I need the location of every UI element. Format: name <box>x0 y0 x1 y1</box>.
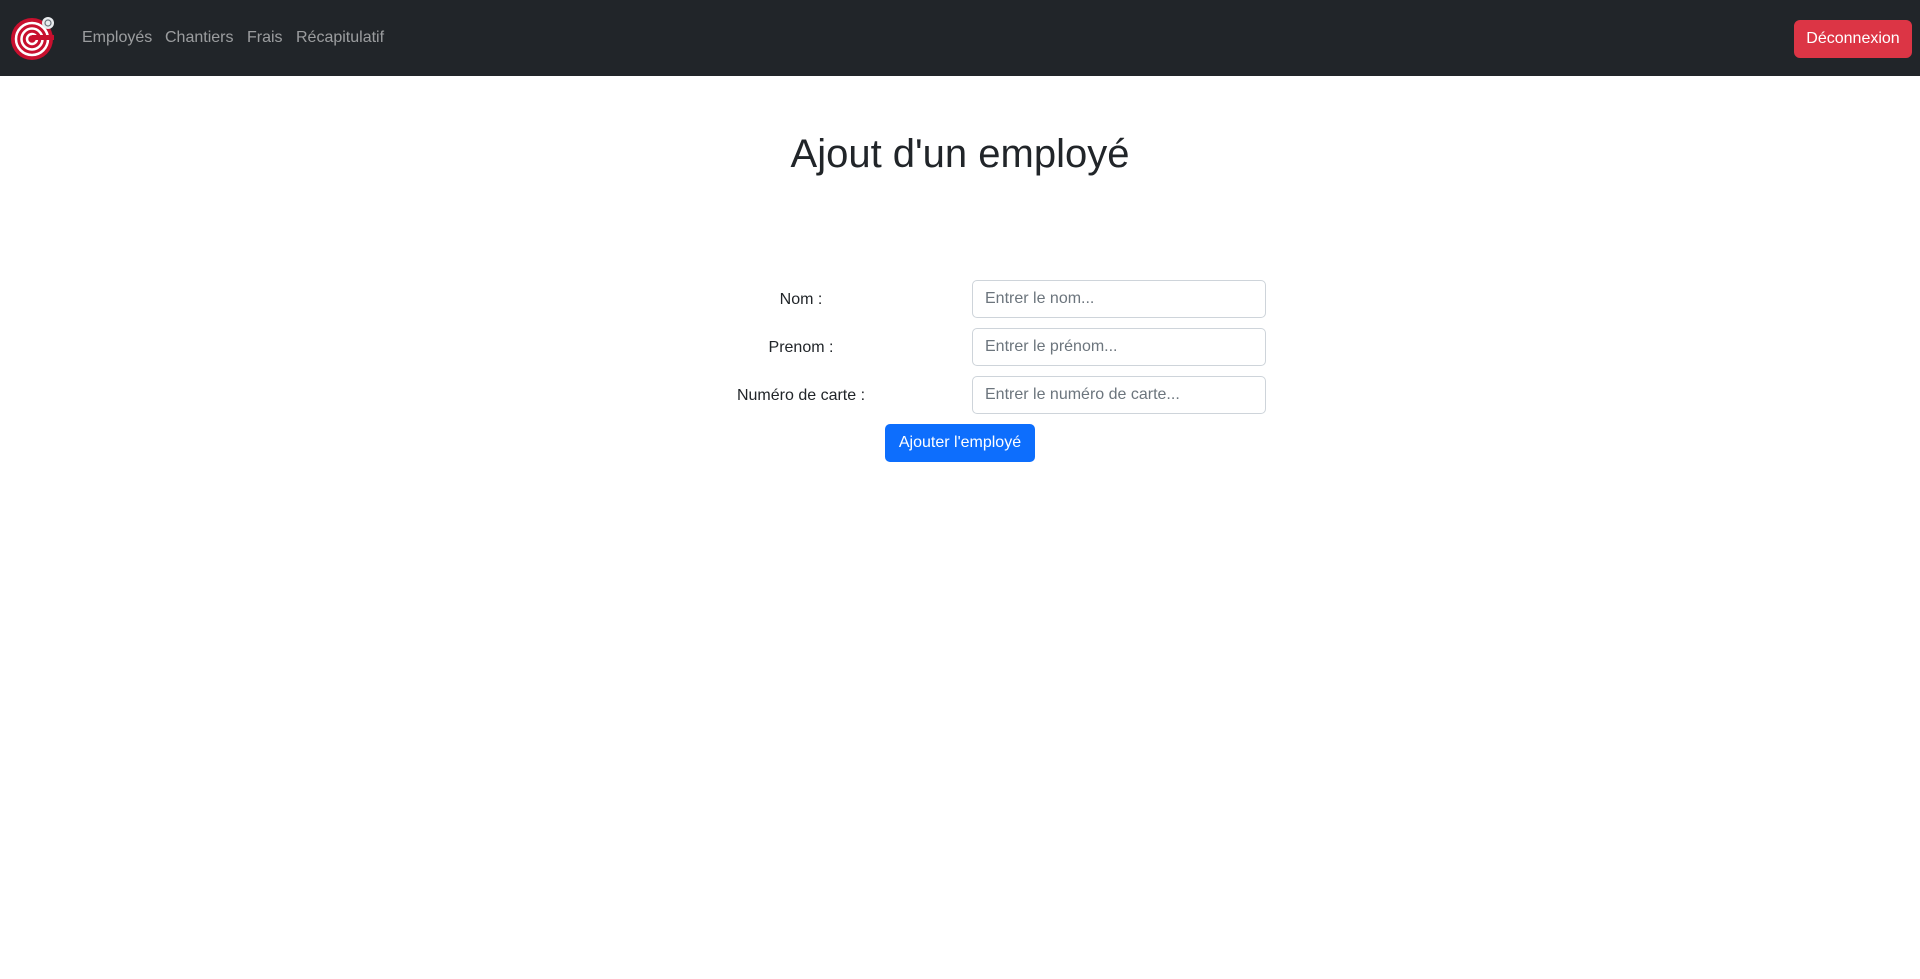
nav-link-frais[interactable]: Frais <box>247 28 283 48</box>
page-title: Ajout d'un employé <box>790 132 1130 176</box>
company-logo-icon[interactable] <box>11 15 57 61</box>
logout-button[interactable]: Déconnexion <box>1794 20 1912 58</box>
nav-link-chantiers[interactable]: Chantiers <box>165 28 233 48</box>
nav-link-employes[interactable]: Employés <box>82 28 152 48</box>
prenom-input[interactable] <box>972 328 1266 366</box>
nav-link-recapitulatif[interactable]: Récapitulatif <box>296 28 384 48</box>
nom-label: Nom : <box>779 291 823 308</box>
numero-carte-input[interactable] <box>972 376 1266 414</box>
numero-carte-label: Numéro de carte : <box>736 387 866 404</box>
add-employee-button[interactable]: Ajouter l'employé <box>885 424 1035 462</box>
nom-input[interactable] <box>972 280 1266 318</box>
top-navbar: Employés Chantiers Frais Récapitulatif D… <box>0 0 1920 76</box>
prenom-label: Prenom : <box>768 339 834 356</box>
